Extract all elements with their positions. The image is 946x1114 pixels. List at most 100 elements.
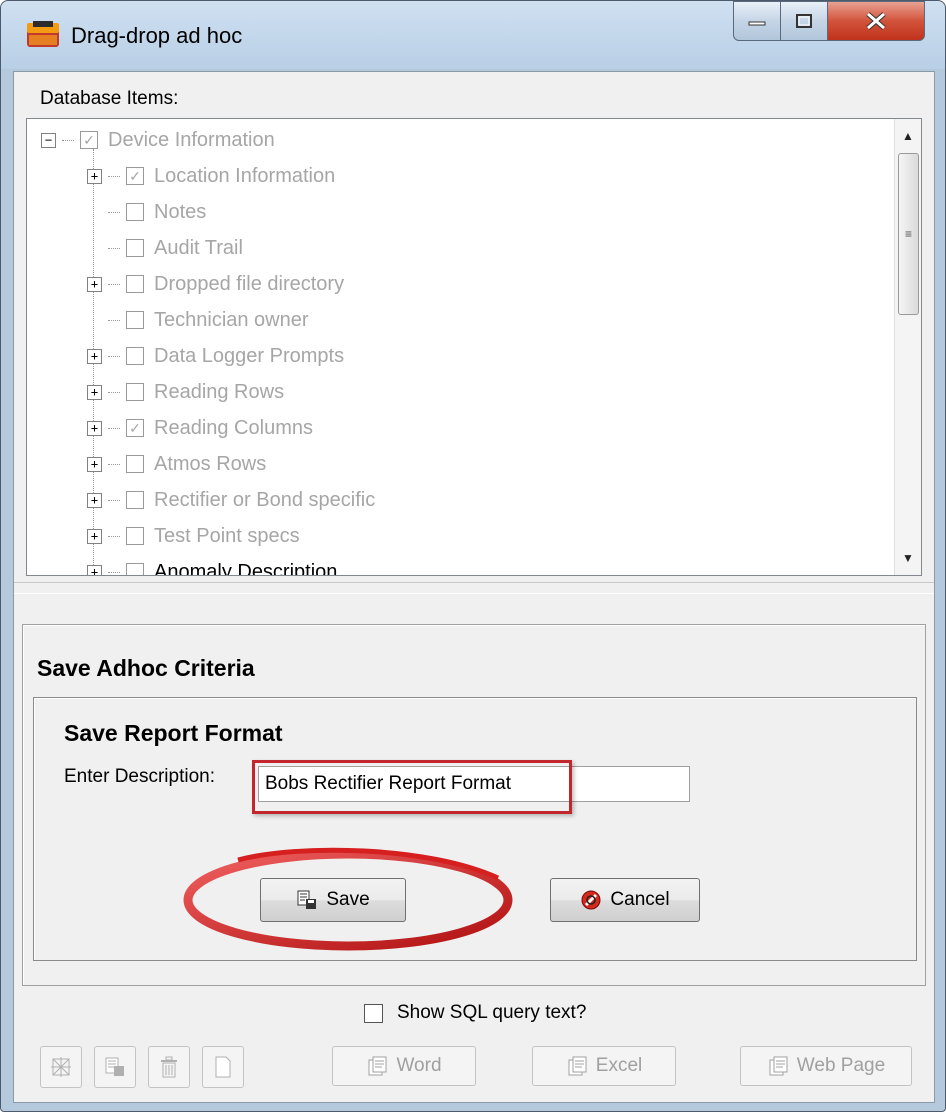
tree-connector <box>108 463 120 465</box>
close-icon <box>866 12 886 30</box>
database-tree-panel: − ✓ Device Information + ✓ Location Informati… <box>26 118 922 576</box>
expand-icon[interactable]: + <box>87 420 102 436</box>
tree-node[interactable]: Notes <box>87 195 206 229</box>
scroll-thumb[interactable]: ≡ <box>898 153 919 315</box>
maximize-button[interactable] <box>780 1 828 41</box>
tree-node[interactable]: + Rectifier or Bond specific <box>87 483 375 517</box>
tree-node-label: Reading Columns <box>154 416 313 439</box>
tree-node-label: Atmos Rows <box>154 452 267 475</box>
tree-node-checkbox[interactable] <box>126 239 144 257</box>
expand-icon[interactable]: + <box>87 564 102 575</box>
expand-icon[interactable]: + <box>87 492 102 508</box>
client-area: Database Items: − ✓ Device Information + ✓ Lo… <box>13 71 935 1103</box>
excel-label: Excel <box>595 1055 643 1076</box>
tree-node[interactable]: + Reading Rows <box>87 375 284 409</box>
tree-node-label: Rectifier or Bond specific <box>154 488 376 511</box>
tree-connector <box>108 355 120 357</box>
expand-icon[interactable]: + <box>87 384 102 400</box>
page-icon <box>215 1056 231 1078</box>
close-button[interactable] <box>827 1 925 41</box>
vertical-scrollbar[interactable]: ▲ ≡ ▼ <box>894 119 921 575</box>
web-page-label: Web Page <box>796 1055 886 1076</box>
tree-node-label: Device Information <box>108 128 275 151</box>
minimize-icon <box>748 21 766 26</box>
tree-node-checkbox[interactable] <box>126 383 144 401</box>
trash-icon <box>161 1056 177 1078</box>
tree-connector <box>108 175 120 177</box>
tree-node[interactable]: − ✓ Device Information <box>41 123 275 157</box>
tree-node-checkbox[interactable] <box>126 527 144 545</box>
tree-node[interactable]: + Atmos Rows <box>87 447 266 481</box>
scroll-up-icon[interactable]: ▲ <box>895 123 921 149</box>
database-items-label: Database Items: <box>40 88 179 109</box>
panel-splitter[interactable] <box>14 582 934 594</box>
tree-node-label: Anomaly Description <box>154 560 338 576</box>
database-tree[interactable]: − ✓ Device Information + ✓ Location Informati… <box>27 119 893 575</box>
tree-connector <box>108 427 120 429</box>
save-format-button[interactable] <box>94 1046 136 1088</box>
tree-node-checkbox[interactable] <box>126 311 144 329</box>
tree-connector <box>108 499 120 501</box>
tree-node-label: Test Point specs <box>154 524 300 547</box>
delete-button[interactable] <box>148 1046 190 1088</box>
tree-connector <box>62 139 74 141</box>
app-icon <box>27 21 59 47</box>
export-excel-button[interactable]: Excel <box>532 1046 676 1086</box>
tree-node-checkbox[interactable] <box>126 347 144 365</box>
tree-node[interactable]: + ✓ Location Information <box>87 159 335 193</box>
show-sql-checkbox[interactable] <box>364 1003 383 1023</box>
new-page-button[interactable] <box>202 1046 244 1088</box>
tree-node[interactable]: Audit Trail <box>87 231 243 265</box>
expand-icon[interactable]: + <box>87 456 102 472</box>
tree-node-checkbox[interactable] <box>126 275 144 293</box>
tree-node-label: Location Information <box>154 164 336 187</box>
tree-connector <box>108 247 120 249</box>
save-icon <box>297 890 317 909</box>
expand-icon[interactable]: + <box>87 168 102 184</box>
tree-node-checkbox[interactable] <box>126 563 144 575</box>
expand-icon[interactable]: + <box>87 276 102 292</box>
expand-icon[interactable]: + <box>87 528 102 544</box>
save-format-icon <box>105 1057 124 1076</box>
export-word-button[interactable]: Word <box>332 1046 476 1086</box>
tree-node-label: Reading Rows <box>154 380 285 403</box>
tree-node-checkbox[interactable]: ✓ <box>126 419 144 437</box>
cancel-button[interactable]: Cancel <box>550 878 700 922</box>
tree-node[interactable]: + ✓ Reading Columns <box>87 411 313 445</box>
cancel-icon <box>581 890 601 910</box>
tree-node-checkbox[interactable]: ✓ <box>80 131 98 149</box>
export-web-page-button[interactable]: Web Page <box>740 1046 912 1086</box>
tree-connector <box>108 283 120 285</box>
tree-node[interactable]: + Anomaly Description <box>87 555 337 575</box>
save-panel-title: Save Adhoc Criteria <box>37 655 255 681</box>
tree-connector <box>108 571 120 573</box>
collapse-icon[interactable]: − <box>41 132 56 148</box>
tree-node-checkbox[interactable] <box>126 491 144 509</box>
tree-node-checkbox[interactable] <box>126 203 144 221</box>
show-sql-label: Show SQL query text? <box>397 1002 587 1023</box>
tree-node-label: Dropped file directory <box>154 272 345 295</box>
show-sql-row: Show SQL query text? <box>364 1002 586 1024</box>
description-input[interactable] <box>258 766 690 802</box>
clear-button[interactable] <box>40 1046 82 1088</box>
tree-node-label: Technician owner <box>154 308 309 331</box>
minimize-button[interactable] <box>733 1 781 41</box>
tree-node-checkbox[interactable] <box>126 455 144 473</box>
word-export-icon <box>368 1056 387 1076</box>
scroll-down-icon[interactable]: ▼ <box>895 545 921 571</box>
description-label: Enter Description: <box>64 766 216 787</box>
tree-node[interactable]: + Dropped file directory <box>87 267 344 301</box>
tree-node[interactable]: + Data Logger Prompts <box>87 339 344 373</box>
web-export-icon <box>769 1056 788 1076</box>
tree-node[interactable]: + Test Point specs <box>87 519 300 553</box>
tree-node[interactable]: Technician owner <box>87 303 309 337</box>
expand-icon[interactable]: + <box>87 348 102 364</box>
title-bar[interactable]: Drag-drop ad hoc <box>1 1 945 71</box>
tree-connector <box>108 319 120 321</box>
save-button-label: Save <box>326 889 370 910</box>
tree-connector <box>108 211 120 213</box>
tree-connector <box>108 535 120 537</box>
save-button[interactable]: Save <box>260 878 406 922</box>
clear-icon <box>51 1057 71 1077</box>
tree-node-checkbox[interactable]: ✓ <box>126 167 144 185</box>
